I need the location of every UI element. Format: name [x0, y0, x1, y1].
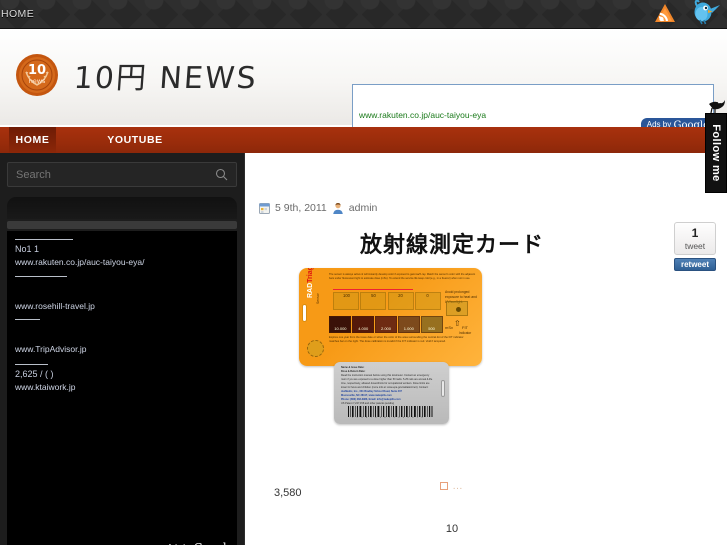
- sidebar-search-area: [7, 162, 237, 187]
- post-author[interactable]: admin: [349, 202, 378, 214]
- scale-tick: 10.000: [334, 326, 347, 331]
- sidebar-ad-url[interactable]: www.ktaiwork.jp: [15, 382, 227, 393]
- admin-topbar: HOME: [0, 0, 727, 29]
- post-image-radtriage-card[interactable]: The sensor is always active & will insta…: [299, 268, 482, 424]
- search-input[interactable]: [16, 163, 206, 186]
- card-seal-icon: [307, 340, 324, 357]
- up-arrow-icon: ⇧: [454, 319, 461, 328]
- scale-tick: 1.000: [403, 326, 414, 331]
- scale-tick: 2.000: [380, 326, 391, 331]
- post-date: 5 9th, 2011: [275, 202, 327, 214]
- sidebar: No1 1 www.rakuten.co.jp/auc-taiyou-eya/ …: [0, 153, 245, 545]
- main-content: 5 9th, 2011 admin 放射線測定カード The sensor is…: [252, 153, 652, 545]
- nav-item-home[interactable]: HOME: [9, 127, 56, 153]
- tweet-count-number: 1: [691, 226, 699, 240]
- nav-item-youtube[interactable]: YOUTUBE: [90, 127, 180, 153]
- card-units: mSv: [445, 325, 453, 330]
- scale-tick: 0: [426, 293, 429, 298]
- sidebar-ad-item[interactable]: www.rosehill-travel.jp: [15, 276, 227, 312]
- sidebar-ad-title: 2,625 / ( ): [15, 369, 54, 379]
- tweet-count-label: tweet: [684, 241, 706, 251]
- sidebar-ad-item[interactable]: No1 1 www.rakuten.co.jp/auc-taiyou-eya/: [15, 239, 227, 268]
- sidebar-ad-url[interactable]: www.rosehill-travel.jp: [15, 301, 227, 312]
- scale-tick: 500: [428, 326, 435, 331]
- medal-number: 10: [28, 63, 46, 78]
- sidebar-ad-title: [15, 281, 227, 299]
- sidebar-ad-item[interactable]: www.TripAdvisor.jp: [15, 319, 227, 355]
- calendar-icon: [259, 202, 270, 214]
- card-slot: [441, 380, 445, 397]
- card-back-text: Name & Issue Date: Dose & Return Date: R…: [341, 366, 433, 406]
- sidebar-ad-url[interactable]: www.TripAdvisor.jp: [15, 344, 227, 355]
- follow-me-label: Follow me: [710, 124, 722, 182]
- post-body-line-1: …: [252, 480, 652, 492]
- card-sensor-label: Sensor: [316, 293, 320, 304]
- card-slot: [302, 304, 307, 322]
- checkbox-glyph-icon: [440, 482, 449, 490]
- sidebar-widget-header-1: [7, 197, 237, 219]
- sidebar-ad-item[interactable]: 2,625 / ( ) www.ktaiwork.jp: [15, 364, 227, 393]
- barcode-icon: [348, 406, 433, 417]
- card-fit-label: FIT: [462, 325, 468, 330]
- medal-badge-icon: 10 news: [14, 52, 60, 98]
- search-box[interactable]: [7, 162, 237, 187]
- retweet-button[interactable]: retweet: [674, 258, 716, 271]
- scale-tick: 4.000: [358, 326, 369, 331]
- card-front-instructions: The sensor is always active & will insta…: [329, 273, 476, 281]
- main-nav: HOME YOUTUBE: [0, 127, 727, 153]
- card-brand: RADTriage: [307, 268, 314, 298]
- post-price: 3,580: [274, 487, 302, 499]
- ad-rule: [15, 364, 48, 365]
- page-root: HOME 10 news 10円 NEWS www.rakuten.co.jp/…: [0, 0, 727, 545]
- radtriage-card-front: The sensor is always active & will insta…: [299, 268, 482, 366]
- medal-word: news: [29, 77, 46, 85]
- topbar-home-link[interactable]: HOME: [0, 8, 34, 20]
- post-body-line-2: 10: [445, 523, 459, 535]
- rss-icon[interactable]: [652, 0, 678, 26]
- post-body-dots: …: [452, 480, 464, 492]
- scale-tick: 50: [371, 293, 376, 298]
- follow-me-bird-icon[interactable]: [706, 98, 726, 117]
- sidebar-ad-title: No1 1: [15, 244, 40, 254]
- sidebar-ad-title: [15, 324, 227, 342]
- card-expiry-note: Expires one year from the issue date or …: [329, 336, 464, 344]
- follow-me-tab[interactable]: Follow me: [705, 113, 727, 193]
- card-red-rule: [333, 289, 413, 291]
- ad-rule: [15, 276, 67, 277]
- site-header: 10 news 10円 NEWS www.rakuten.co.jp/auc-t…: [0, 29, 727, 134]
- search-icon[interactable]: [215, 168, 228, 184]
- sidebar-ad-url[interactable]: www.rakuten.co.jp/auc-taiyou-eya/: [15, 257, 227, 268]
- sidebar-widget-divider-1: [7, 221, 237, 229]
- ad-rule: [15, 319, 40, 320]
- scale-tick: 20: [398, 293, 403, 298]
- google-wordmark: Google: [194, 541, 233, 545]
- post-meta: 5 9th, 2011 admin: [259, 202, 377, 214]
- user-icon: [332, 202, 344, 214]
- card-top-scale: 100 50 20 0: [333, 293, 441, 298]
- radtriage-card-back: Name & Issue Date: Dose & Return Date: R…: [334, 362, 449, 424]
- site-logo[interactable]: 10 news 10円 NEWS: [14, 52, 259, 98]
- twitter-bird-icon[interactable]: [687, 0, 721, 27]
- ad-rule: [15, 239, 73, 240]
- site-title: 10円 NEWS: [72, 61, 259, 96]
- tweet-widget: 1 tweet retweet: [674, 222, 716, 271]
- header-ad-url[interactable]: www.rakuten.co.jp/auc-taiyou-eya: [359, 110, 486, 120]
- card-fit-indicator: [446, 301, 468, 316]
- tweet-count-box[interactable]: 1 tweet: [674, 222, 716, 255]
- card-low-scale: 10.000 4.000 2.000 1.000 500: [329, 326, 443, 331]
- sidebar-ads-by-google[interactable]: Ads by Google: [167, 541, 233, 545]
- barcode-number: 1 2 3 4 7 0 3 6 1 2 0 0 0 0 1 5: [352, 417, 424, 419]
- sidebar-google-ad-unit[interactable]: No1 1 www.rakuten.co.jp/auc-taiyou-eya/ …: [7, 231, 237, 545]
- post-title: 放射線測定カード: [359, 233, 544, 258]
- card-back-body: Read the instruction manual before using…: [341, 374, 433, 389]
- card-fit-sublabel: Indicator: [459, 331, 472, 335]
- scale-tick: 100: [343, 293, 350, 298]
